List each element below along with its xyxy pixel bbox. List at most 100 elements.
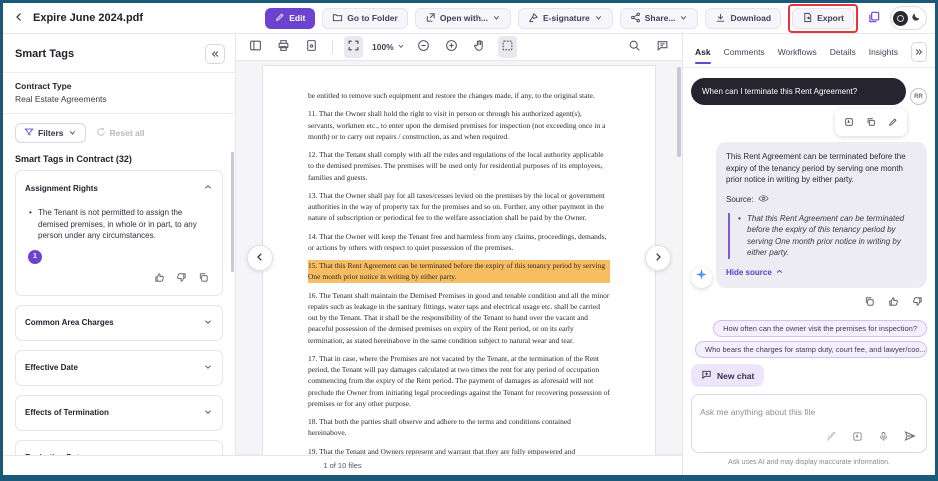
copy-icon (864, 295, 875, 310)
funnel-icon (24, 127, 34, 139)
accordion-effects-of-termination[interactable]: Effects of Termination (15, 395, 223, 431)
comment-button[interactable] (653, 36, 672, 58)
chevron-down-icon (203, 314, 213, 332)
export-file-icon (802, 12, 813, 25)
search-button[interactable] (625, 36, 644, 58)
ai-avatar (691, 267, 712, 288)
accordion-assignment-rights: Assignment Rights The Tenant is not perm… (15, 170, 223, 296)
thumbs-down-button[interactable] (910, 293, 925, 312)
accordion-common-area-charges[interactable]: Common Area Charges (15, 305, 223, 341)
thumbs-up-button[interactable] (153, 270, 166, 287)
pdf-paragraph-highlighted: 15. That this Rent Agreement can be term… (308, 260, 610, 283)
pan-tool-button[interactable] (470, 36, 489, 58)
chevron-left-icon (13, 11, 25, 26)
moon-icon (911, 9, 921, 27)
suggestion-pill[interactable]: How often can the owner visit the premis… (713, 320, 927, 337)
copy-pages-icon (867, 10, 881, 27)
contract-type-value: Real Estate Agreements (15, 94, 223, 104)
reset-all-button[interactable]: Reset all (96, 127, 145, 139)
tab-details[interactable]: Details (830, 45, 856, 64)
thumbs-up-button[interactable] (886, 293, 901, 312)
go-to-folder-button[interactable]: Go to Folder (322, 8, 408, 29)
ask-panel: Ask Comments Workflows Details Insights … (682, 34, 935, 475)
thumbs-down-icon (912, 295, 923, 310)
tab-ask[interactable]: Ask (695, 45, 711, 64)
zoom-out-button[interactable] (414, 36, 433, 58)
collapse-panel-button[interactable] (911, 42, 927, 62)
tab-comments[interactable]: Comments (724, 45, 765, 64)
quill-button[interactable] (824, 428, 839, 447)
thumbs-down-button[interactable] (175, 270, 188, 287)
copy-question-button[interactable] (864, 113, 878, 132)
zoom-in-button[interactable] (442, 36, 461, 58)
fit-to-screen-button[interactable] (344, 36, 363, 58)
pdf-paragraph: be entitled to remove such equipment and… (308, 90, 610, 101)
thumbnails-panel-button[interactable] (246, 36, 265, 58)
accordion-expiration-date[interactable]: Expiration Date (15, 440, 223, 455)
edit-question-button[interactable] (886, 113, 900, 132)
accordion-effective-date[interactable]: Effective Date (15, 350, 223, 386)
insert-image-button[interactable] (850, 428, 865, 447)
next-file-button[interactable] (645, 245, 671, 271)
source-quote: That this Rent Agreement can be terminat… (728, 213, 917, 259)
tab-workflows[interactable]: Workflows (778, 45, 817, 64)
viewer-scrollbar[interactable] (677, 67, 681, 157)
download-button[interactable]: Download (705, 8, 781, 29)
chevron-down-icon (203, 449, 213, 455)
minus-circle-icon (417, 39, 430, 55)
open-with-button[interactable]: Open with... (415, 8, 511, 29)
ai-disclaimer: Ask uses AI and may display inaccurate i… (691, 453, 927, 471)
chevron-down-icon (492, 13, 501, 24)
copy-button[interactable] (197, 270, 210, 287)
ask-input[interactable] (700, 407, 918, 417)
share-icon (630, 12, 641, 25)
tab-insights[interactable]: Insights (869, 45, 898, 64)
collapse-sidebar-button[interactable] (205, 44, 225, 64)
copy-pages-button[interactable] (865, 8, 883, 29)
print-button[interactable] (274, 36, 293, 58)
copy-answer-button[interactable] (862, 293, 877, 312)
send-button[interactable] (902, 428, 918, 447)
back-button[interactable] (13, 11, 25, 26)
previous-file-button[interactable] (247, 245, 273, 271)
region-select-button[interactable] (498, 36, 517, 58)
thumbs-up-icon (888, 295, 899, 310)
signature-pen-icon (528, 12, 539, 25)
composer-area: New chat Ask uses AI and may display ina… (683, 358, 935, 475)
filters-button[interactable]: Filters (15, 123, 86, 143)
crop-select-icon (501, 39, 514, 55)
chevron-down-icon (594, 13, 603, 24)
new-chat-button[interactable]: New chat (691, 364, 764, 387)
user-message: When can I terminate this Rent Agreement… (691, 78, 906, 105)
chevron-down-icon (203, 404, 213, 422)
hide-source-link[interactable]: Hide source (726, 267, 784, 278)
document-info-button[interactable] (302, 36, 321, 58)
send-icon (904, 430, 916, 445)
user-avatar-badge: RR (910, 88, 927, 105)
pdf-viewer: 100% be entitled to remove such (236, 34, 682, 455)
double-chevron-right-icon (914, 45, 924, 60)
account-menu[interactable] (890, 6, 927, 30)
user-avatar (893, 11, 908, 26)
edit-button[interactable]: Edit (265, 8, 315, 29)
eye-icon[interactable] (758, 193, 769, 208)
image-icon (852, 430, 863, 445)
citation-badge[interactable]: 1 (28, 250, 42, 264)
e-signature-button[interactable]: E-signature (518, 8, 613, 29)
download-icon (715, 12, 726, 25)
voice-input-button[interactable] (876, 428, 891, 447)
file-pagination-bar: 1 of 10 files (3, 455, 682, 475)
snippet-button[interactable] (842, 113, 856, 132)
sidebar-scrollbar[interactable] (231, 152, 234, 272)
suggestion-pill[interactable]: Who bears the charges for stamp duty, co… (695, 341, 927, 358)
pdf-paragraph: 18. That both the parties shall observe … (308, 416, 610, 439)
top-bar-actions: Edit Go to Folder Open with... E-signatu… (265, 4, 927, 33)
zoom-level-button[interactable]: 100% (372, 42, 405, 52)
suggested-questions: How often can the owner visit the premis… (691, 320, 927, 358)
pencil-icon (275, 12, 285, 24)
accordion-header[interactable]: Assignment Rights (16, 171, 222, 205)
share-button[interactable]: Share... (620, 8, 699, 29)
pdf-page: be entitled to remove such equipment and… (262, 65, 656, 455)
export-button[interactable]: Export (792, 8, 854, 29)
document-canvas[interactable]: be entitled to remove such equipment and… (236, 61, 682, 455)
